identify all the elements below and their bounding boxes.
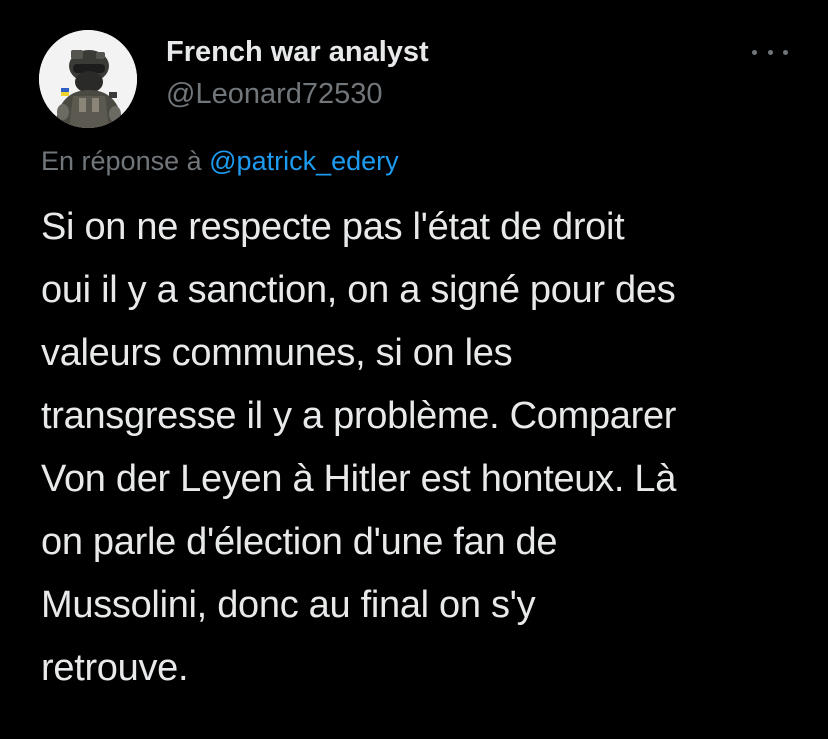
tweet-text-line: on parle d'élection d'une fan de: [41, 521, 558, 563]
more-dot: [783, 49, 788, 55]
more-horizontal-icon[interactable]: [752, 40, 788, 64]
tweet-text-line: Si on ne respecte pas l'état de droit: [41, 206, 625, 248]
author-display-name[interactable]: French war analyst: [166, 34, 429, 70]
tweet-text-line: Mussolini, donc au final on s'y: [41, 584, 536, 626]
tweet-text-line: oui il y a sanction, on a signé pour des: [41, 269, 676, 311]
author-handle[interactable]: @Leonard72530: [166, 76, 383, 112]
tweet: French war analyst @Leonard72530 En répo…: [0, 0, 828, 739]
tweet-text-line: transgresse il y a problème. Comparer: [41, 395, 677, 437]
more-dot: [767, 49, 773, 55]
more-dot: [752, 49, 757, 55]
tweet-text: Si on ne respecte pas l'état de droit ou…: [41, 196, 801, 700]
reply-mention-link[interactable]: @patrick_edery: [209, 146, 399, 176]
reply-prefix: En réponse à: [41, 146, 202, 176]
reply-context: En réponse à @patrick_edery: [41, 144, 399, 178]
avatar[interactable]: [39, 30, 137, 128]
tweet-text-line: retrouve.: [41, 647, 189, 689]
tweet-text-line: Von der Leyen à Hitler est honteux. Là: [41, 458, 677, 500]
tweet-text-line: valeurs communes, si on les: [41, 332, 513, 374]
